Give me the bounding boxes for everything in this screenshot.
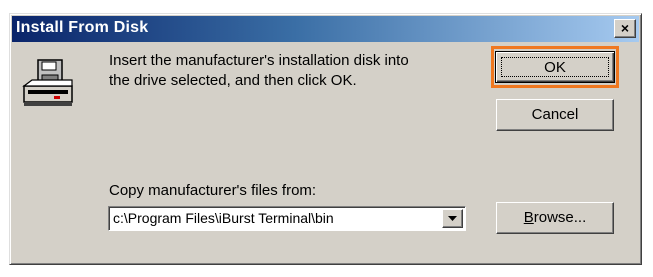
disk-drive-icon — [22, 59, 73, 106]
dropdown-button[interactable] — [442, 209, 463, 228]
copy-from-combobox[interactable]: c:\Program Files\iBurst Terminal\bin — [108, 206, 466, 231]
browse-mnemonic: B — [523, 209, 534, 226]
browse-label-rest: rowse... — [533, 209, 587, 226]
copy-from-label: Copy manufacturer's files from: — [109, 182, 317, 199]
browse-button[interactable]: Browse... — [496, 202, 614, 234]
message-line-2: the drive selected, and then click OK. — [109, 72, 357, 89]
ok-button[interactable]: OK — [495, 51, 615, 83]
ok-button-label: OK — [501, 57, 609, 77]
close-icon: × — [620, 20, 630, 36]
message-line-1: Insert the manufacturer's installation d… — [109, 52, 409, 69]
dialog-title: Install From Disk — [16, 19, 149, 36]
close-button[interactable]: × — [614, 19, 636, 38]
chevron-down-icon — [448, 216, 457, 221]
instruction-message: Insert the manufacturer's installation d… — [109, 51, 489, 91]
path-value[interactable]: c:\Program Files\iBurst Terminal\bin — [113, 210, 334, 226]
title-bar[interactable]: Install From Disk × — [12, 16, 639, 42]
cancel-button[interactable]: Cancel — [496, 99, 614, 131]
